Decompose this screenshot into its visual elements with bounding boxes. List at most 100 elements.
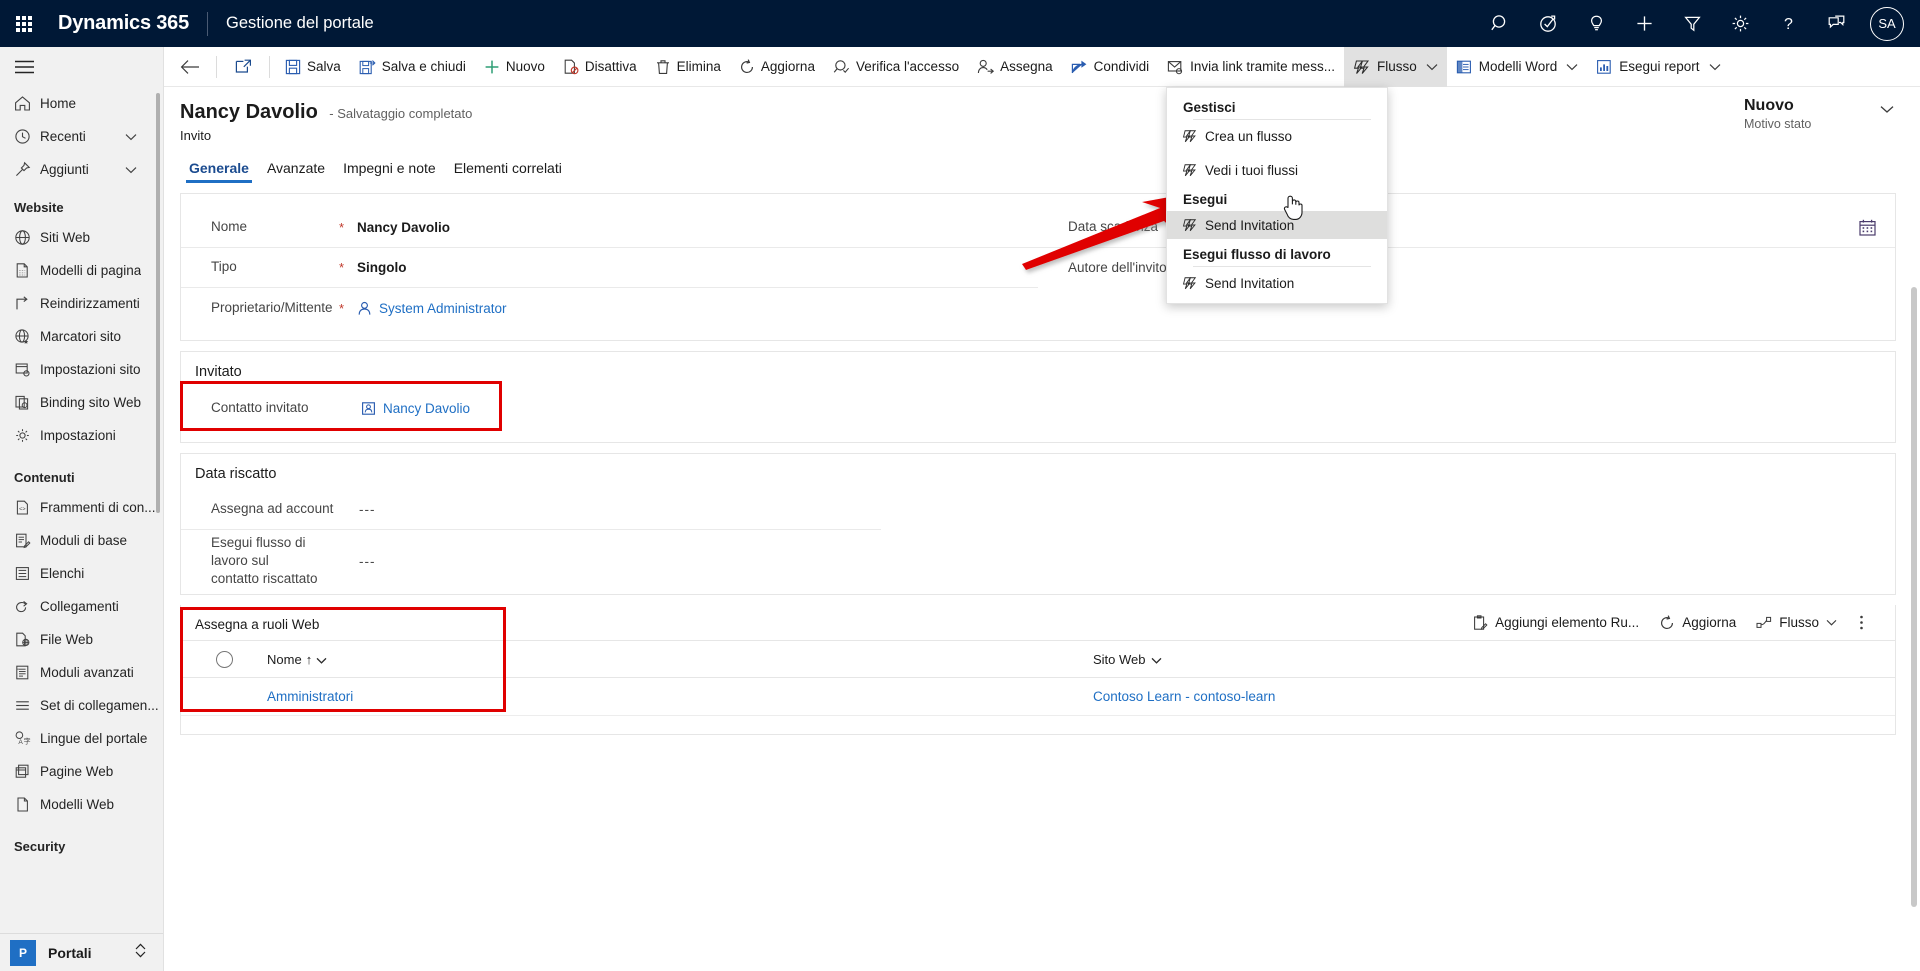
sidebar-item-moduli-di-base[interactable]: Moduli di base [0, 524, 163, 557]
sidebar-item-set-di-collegamenti[interactable]: Set di collegamen... [0, 689, 163, 722]
lightbulb-icon[interactable] [1572, 0, 1620, 47]
new-button[interactable]: Nuovo [475, 47, 554, 87]
sidebar-item-collegamenti[interactable]: Collegamenti [0, 590, 163, 623]
word-templates-button[interactable]: Modelli Word [1447, 47, 1588, 87]
chevron-down-icon[interactable] [1566, 63, 1578, 71]
share-button[interactable]: Condividi [1062, 47, 1159, 87]
diagnostics-icon[interactable] [1524, 0, 1572, 47]
select-all-radio[interactable] [181, 650, 267, 668]
status-reason-field[interactable]: Nuovo Motivo stato [1744, 97, 1894, 131]
chevron-down-icon[interactable] [1880, 101, 1894, 119]
menu-item-send-invitation-workflow[interactable]: Send Invitation [1167, 269, 1387, 297]
sidebar-item-siti-web[interactable]: Siti Web [0, 221, 163, 254]
send-link-button[interactable]: Invia link tramite mess... [1158, 47, 1344, 87]
gear-icon[interactable] [1716, 0, 1764, 47]
status-reason-value[interactable]: Nuovo [1744, 97, 1894, 115]
more-vertical-icon[interactable] [1847, 608, 1875, 638]
field-value[interactable]: --- [359, 554, 863, 569]
sidebar-item-impostazioni-sito[interactable]: Impostazioni sito [0, 353, 163, 386]
tab-avanzate[interactable]: Avanzate [258, 160, 334, 183]
sidebar-item-file-web[interactable]: File Web [0, 623, 163, 656]
field-value[interactable]: Nancy Davolio [357, 220, 1020, 235]
feedback-icon[interactable] [1812, 0, 1860, 47]
chevron-down-icon[interactable] [1709, 63, 1721, 71]
sidebar-item-elenchi[interactable]: Elenchi [0, 557, 163, 590]
popout-icon[interactable] [223, 47, 263, 87]
column-header-sito-web[interactable]: Sito Web [1093, 652, 1162, 667]
sidebar-group-contenuti: Contenuti [14, 470, 75, 485]
flow-icon [1182, 129, 1205, 143]
sidebar-item-binding-sito-web[interactable]: Binding sito Web [0, 386, 163, 419]
radio-circle[interactable] [215, 650, 233, 668]
sidebar-item-frammenti-di-contenuto[interactable]: <> Frammenti di con... [0, 491, 163, 524]
app-launcher-icon[interactable] [0, 0, 48, 47]
sidebar-item-marcatori-sito[interactable]: Marcatori sito [0, 320, 163, 353]
search-icon[interactable] [1476, 0, 1524, 47]
refresh-button[interactable]: Aggiorna [730, 47, 824, 87]
check-access-button[interactable]: Verifica l'accesso [824, 47, 968, 87]
flow-button[interactable]: Flusso [1343, 46, 1447, 87]
chevron-down-icon[interactable] [316, 652, 327, 667]
field-contatto-invitato[interactable]: Contatto invitato Nancy Davolio [181, 388, 861, 428]
calendar-icon[interactable] [1858, 218, 1877, 237]
add-existing-record-button[interactable]: Aggiungi elemento Ru... [1462, 608, 1649, 638]
save-button[interactable]: Salva [276, 47, 350, 87]
avatar[interactable]: SA [1870, 6, 1904, 41]
lookup-value-link[interactable]: System Administrator [357, 301, 1020, 316]
subgrid-flow-button[interactable]: Flusso [1746, 608, 1847, 638]
field-tipo[interactable]: Tipo * Singolo [181, 248, 1038, 288]
filter-icon[interactable] [1668, 0, 1716, 47]
subgrid-refresh-button[interactable]: Aggiorna [1649, 608, 1746, 638]
area-badge: P [10, 939, 36, 966]
sidebar-item-recenti[interactable]: Recenti [0, 120, 163, 153]
sidebar-item-moduli-avanzati[interactable]: Moduli avanzati [0, 656, 163, 689]
table-row[interactable]: Amministratori Contoso Learn - contoso-l… [181, 678, 1895, 716]
field-assegna-ad-account[interactable]: Assegna ad account --- [181, 490, 881, 530]
menu-item-vedi-i-tuoi-flussi[interactable]: Vedi i tuoi flussi [1167, 156, 1387, 184]
tab-generale[interactable]: Generale [180, 160, 258, 183]
save-and-close-button[interactable]: Salva e chiudi [350, 47, 475, 87]
run-report-button[interactable]: Esegui report [1587, 47, 1729, 87]
hamburger-menu-icon[interactable] [0, 47, 163, 87]
back-arrow-icon[interactable] [170, 47, 210, 87]
field-proprietario-mittente[interactable]: Proprietario/Mittente * System Administr… [181, 288, 1038, 328]
sidebar-item-modelli-di-pagina[interactable]: Modelli di pagina [0, 254, 163, 287]
sidebar-item-impostazioni[interactable]: Impostazioni [0, 419, 163, 452]
field-value[interactable]: Singolo [357, 260, 1020, 275]
tab-elementi-correlati[interactable]: Elementi correlati [445, 160, 571, 183]
sidebar-item-aggiunti[interactable]: Aggiunti [0, 153, 163, 186]
delete-button[interactable]: Elimina [646, 47, 730, 87]
sidebar-scrollbar[interactable] [156, 93, 160, 513]
sidebar-item-home[interactable]: Home [0, 87, 163, 120]
cell-sito-web[interactable]: Contoso Learn - contoso-learn [1093, 689, 1275, 704]
area-switcher[interactable]: P Portali [0, 933, 163, 971]
menu-item-crea-un-flusso[interactable]: Crea un flusso [1167, 122, 1387, 150]
assign-button[interactable]: Assegna [968, 47, 1062, 87]
field-value[interactable]: --- [359, 502, 863, 517]
chevron-down-icon[interactable] [125, 133, 137, 141]
chevron-down-icon[interactable] [1151, 652, 1162, 667]
sidebar-item-lingue-del-portale[interactable]: A字 Lingue del portale [0, 722, 163, 755]
lookup-value-link[interactable]: Nancy Davolio [361, 401, 843, 416]
field-esegui-flusso-contatto-riscattato[interactable]: Esegui flusso di lavoro sul contatto ris… [181, 530, 881, 592]
chevron-down-icon[interactable] [125, 166, 137, 174]
column-header-nome[interactable]: Nome ↑ [267, 652, 1093, 667]
sidebar-item-pagine-web[interactable]: Pagine Web [0, 755, 163, 788]
sidebar-item-modelli-web[interactable]: Modelli Web [0, 788, 163, 821]
clock-icon [14, 128, 40, 145]
cell-nome[interactable]: Amministratori [267, 689, 1093, 704]
trash-icon [655, 59, 671, 75]
chevron-down-icon[interactable] [1426, 63, 1438, 71]
help-icon[interactable]: ? [1764, 0, 1812, 47]
tab-impegni-e-note[interactable]: Impegni e note [334, 160, 445, 183]
app-name[interactable]: Gestione del portale [226, 14, 374, 33]
deactivate-button[interactable]: Disattiva [554, 47, 646, 87]
brand-title[interactable]: Dynamics 365 [48, 12, 189, 35]
sidebar-item-reindirizzamenti[interactable]: Reindirizzamenti [0, 287, 163, 320]
area-switch-icon[interactable] [134, 942, 147, 964]
field-nome[interactable]: Nome * Nancy Davolio [181, 208, 1038, 248]
add-icon[interactable] [1620, 0, 1668, 47]
form-scrollbar[interactable] [1911, 287, 1917, 907]
menu-item-send-invitation-esegui[interactable]: Send Invitation [1167, 211, 1387, 239]
chevron-down-icon[interactable] [1826, 619, 1837, 626]
